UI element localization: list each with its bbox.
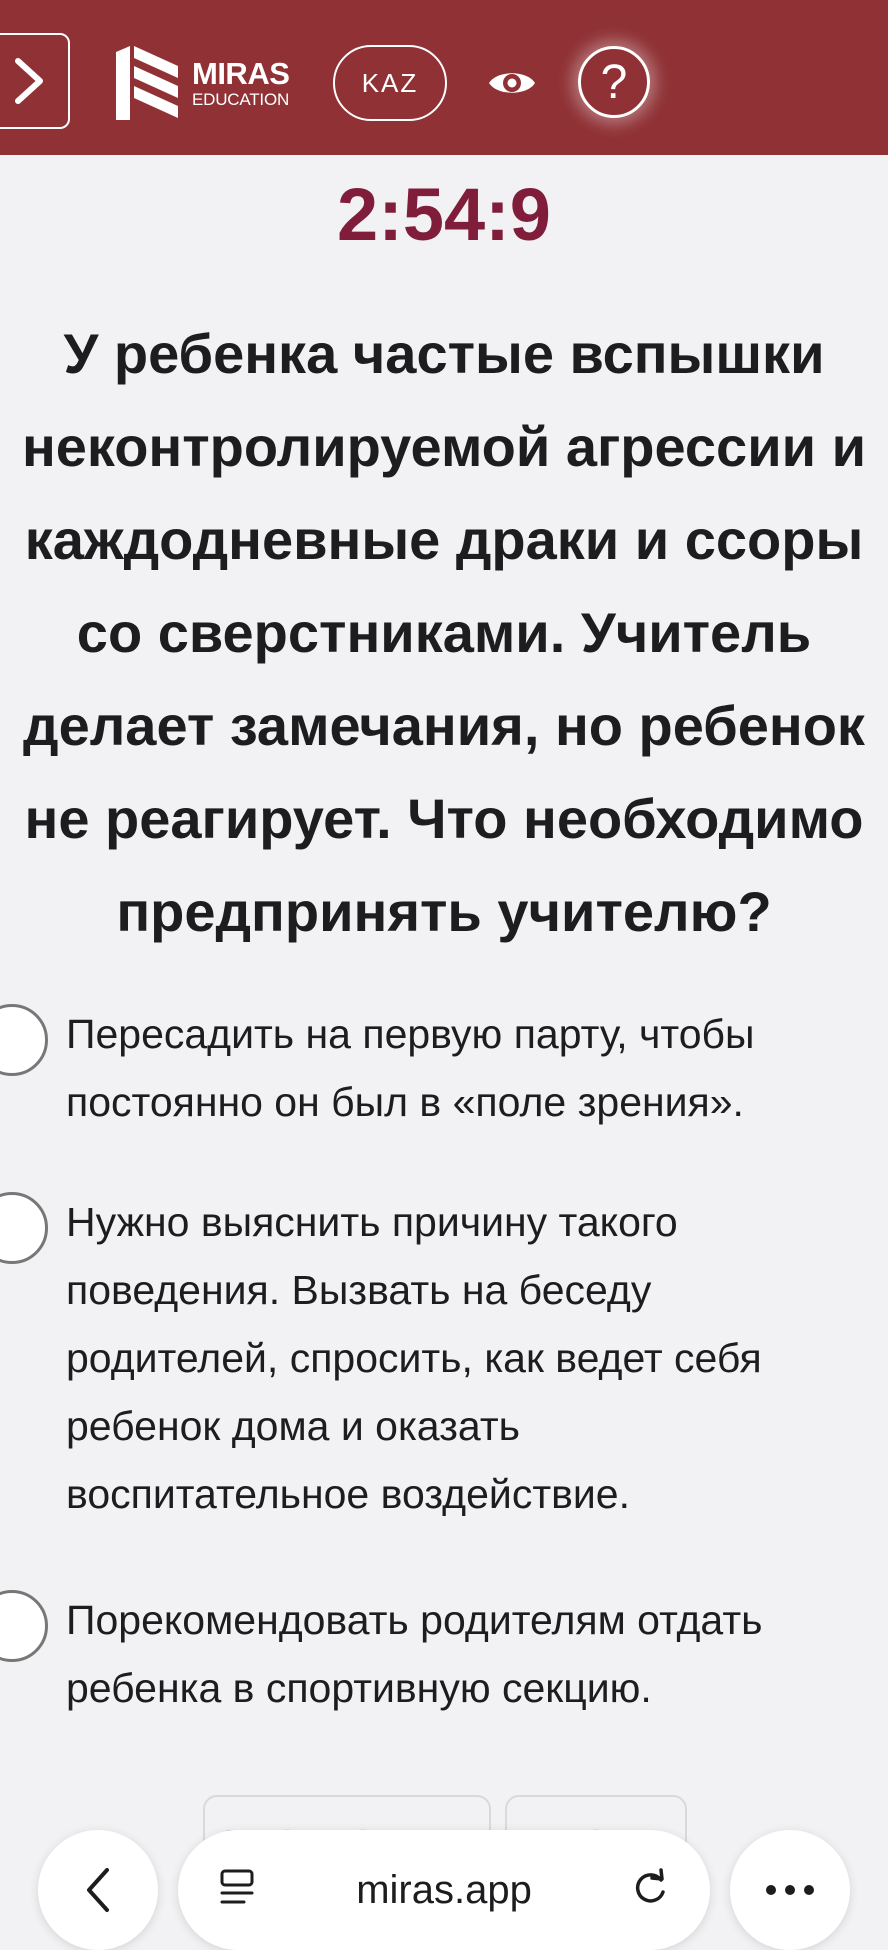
question-line: не реагирует. Что необходимо: [24, 787, 864, 850]
answer-option-text[interactable]: Пересадить на первую парту, чтобы постоя…: [66, 1000, 886, 1136]
answer-option-line: поведения. Вызвать на беседу: [66, 1267, 652, 1313]
logo-mark-icon: [116, 46, 178, 120]
answer-option-line: Пересадить на первую парту, чтобы: [66, 1011, 755, 1057]
answer-option-line: воспитательное воздействие.: [66, 1471, 630, 1517]
answer-option-line: постоянно он был в «поле зрения».: [66, 1079, 744, 1125]
logo-name: MIRAS: [192, 56, 290, 91]
help-button[interactable]: ?: [578, 46, 650, 118]
miras-logo[interactable]: MIRAS EDUCATION: [110, 44, 290, 122]
eye-icon: [489, 73, 535, 93]
countdown-timer: 2:54:9: [337, 173, 551, 256]
app-header: MIRAS EDUCATION KAZ ?: [0, 0, 888, 155]
answer-option-text[interactable]: Нужно выяснить причину такого поведения.…: [66, 1188, 886, 1528]
chevron-left-icon: [87, 1868, 109, 1912]
more-dots-icon: [766, 1885, 814, 1895]
reader-mode-icon[interactable]: [218, 1868, 258, 1908]
chevron-right-icon: [15, 58, 43, 104]
radio-button[interactable]: [0, 1590, 48, 1662]
question-text: У ребенка частые вспышки неконтролируемо…: [0, 307, 888, 958]
question-line: предпринять учителю?: [116, 880, 772, 943]
radio-button[interactable]: [0, 1004, 48, 1076]
question-line: со сверстниками. Учитель: [76, 601, 812, 664]
answer-option-line: Нужно выяснить причину такого: [66, 1199, 678, 1245]
browser-back-button[interactable]: [38, 1830, 158, 1950]
question-line: делает замечания, но ребенок: [23, 694, 865, 757]
logo-subtitle: EDUCATION: [192, 90, 290, 109]
answer-option-text[interactable]: Порекомендовать родителям отдать ребенка…: [66, 1586, 886, 1722]
reload-icon[interactable]: [630, 1868, 670, 1908]
radio-button[interactable]: [0, 1192, 48, 1264]
question-icon: ?: [600, 55, 628, 109]
question-line: У ребенка частые вспышки: [63, 322, 825, 385]
language-switch-button[interactable]: KAZ: [333, 45, 447, 121]
answer-option-line: ребенок дома и оказать: [66, 1403, 520, 1449]
menu-toggle-button[interactable]: [0, 33, 70, 129]
accessibility-button[interactable]: [485, 60, 539, 106]
question-line: неконтролируемой агрессии и: [21, 415, 867, 478]
browser-toolbar: miras.app: [0, 1820, 888, 1950]
question-line: каждодневные драки и ссоры: [24, 508, 864, 571]
browser-more-button[interactable]: [730, 1830, 850, 1950]
answer-option-line: ребенка в спортивную секцию.: [66, 1665, 652, 1711]
address-bar[interactable]: miras.app: [178, 1830, 710, 1950]
answer-option-line: Порекомендовать родителям отдать: [66, 1597, 763, 1643]
answer-option-line: родителей, спросить, как ведет себя: [66, 1335, 762, 1381]
